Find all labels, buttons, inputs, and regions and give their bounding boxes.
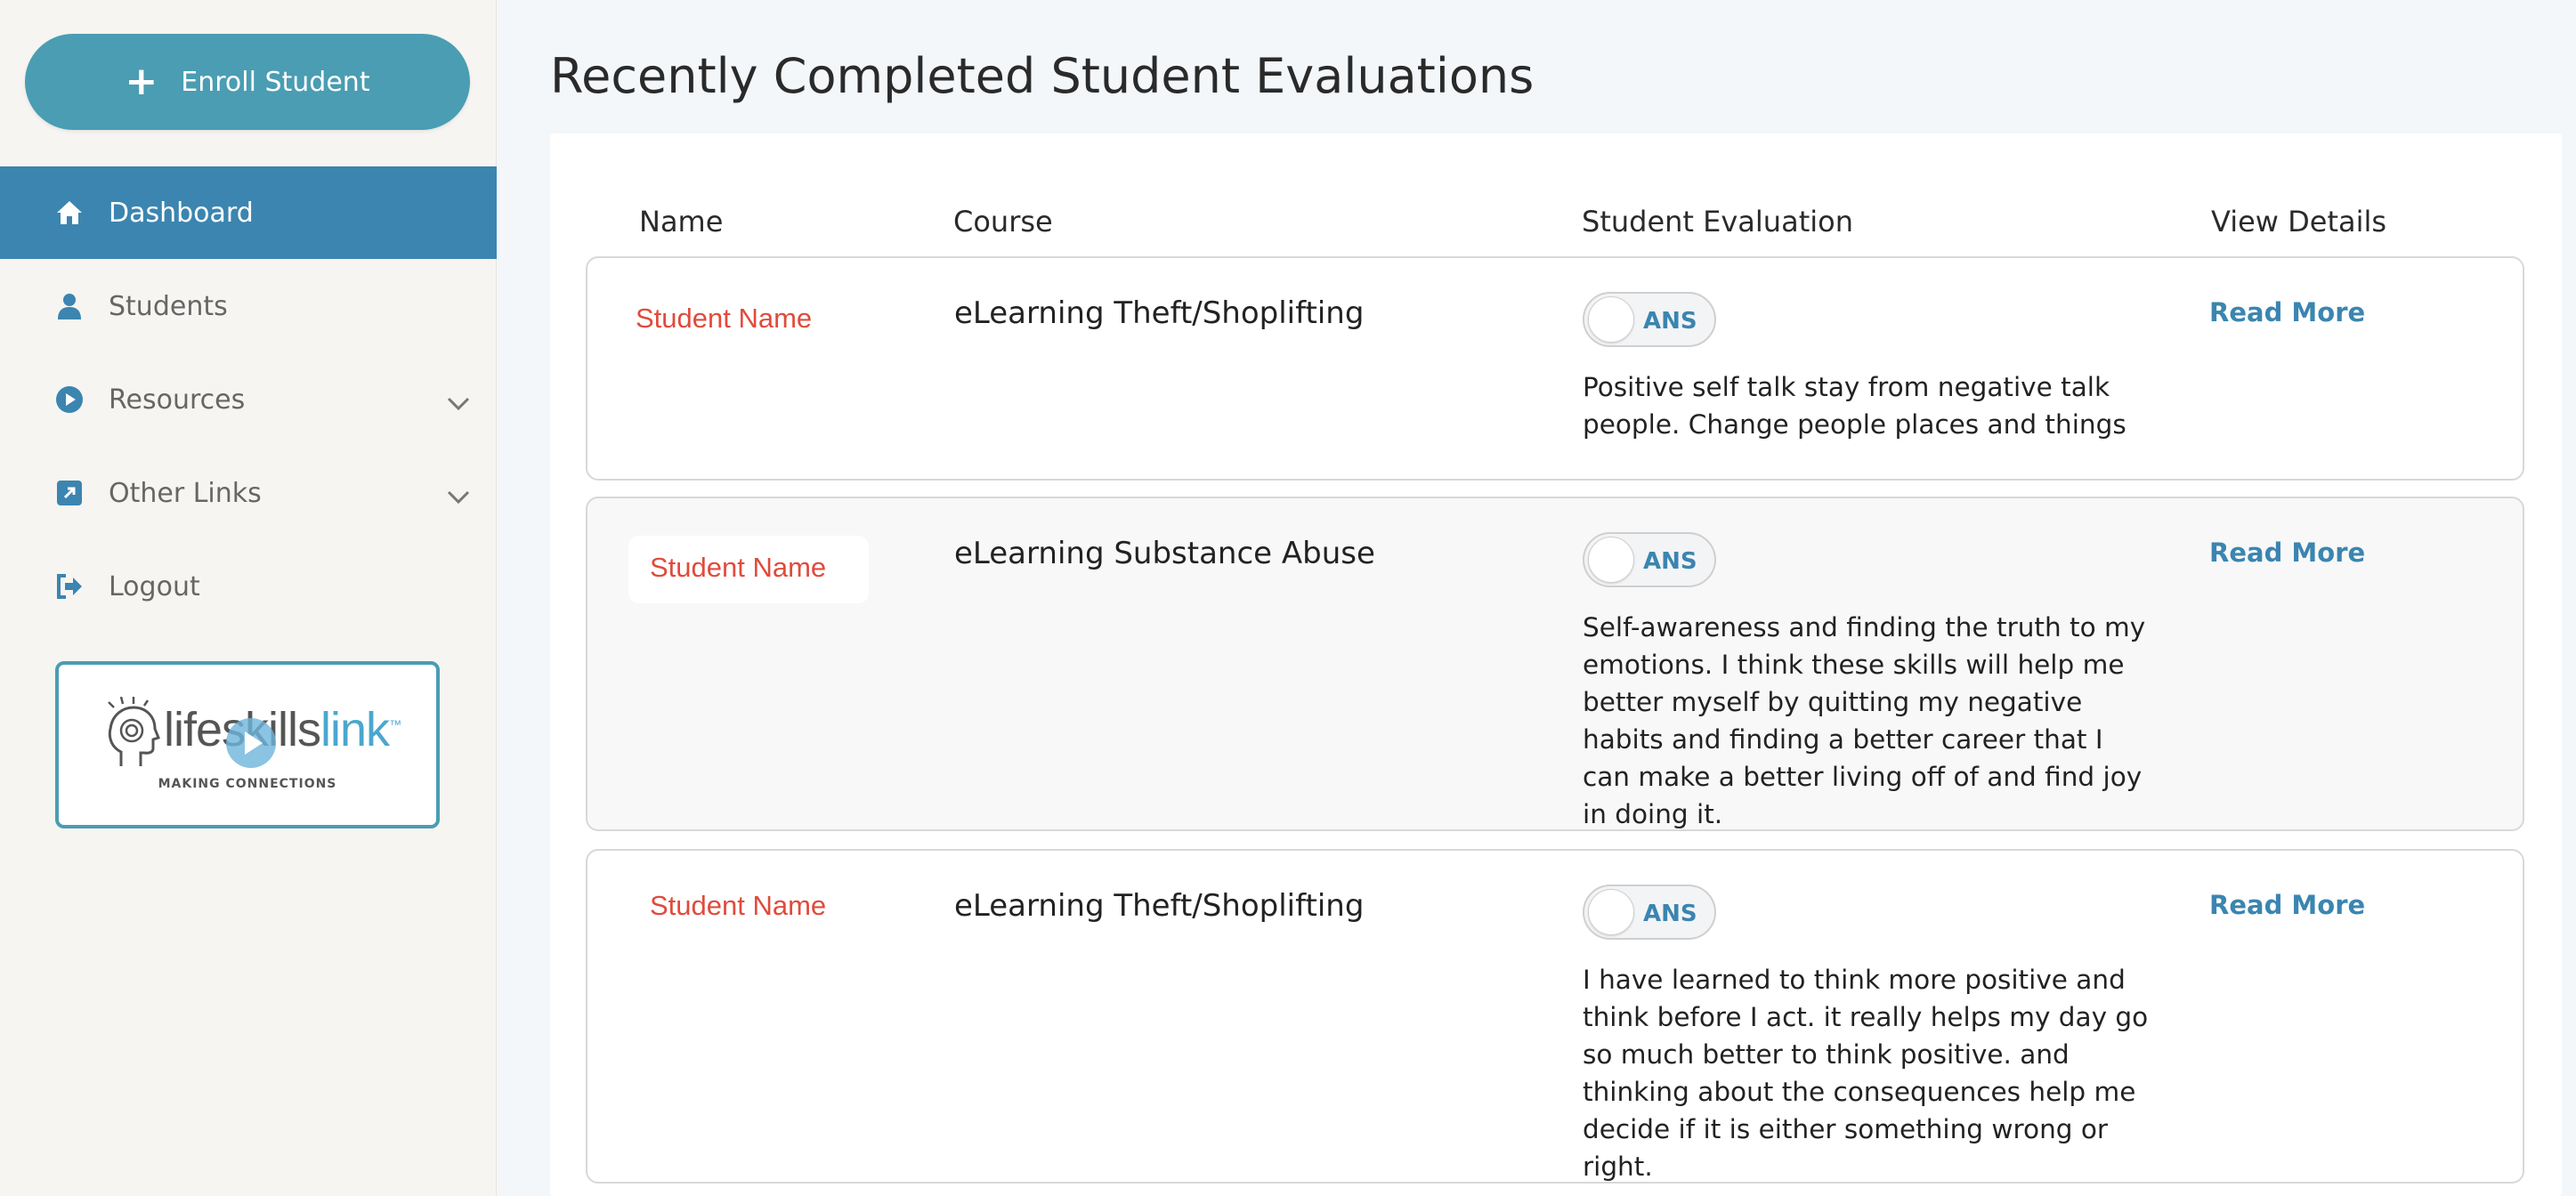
column-header-course: Course <box>953 205 1053 238</box>
sidebar-item-logout[interactable]: Logout <box>0 540 497 633</box>
sidebar: + Enroll Student Dashboard Students Reso… <box>0 0 497 1196</box>
sidebar-item-label: Logout <box>109 570 200 602</box>
logo-wordmark: lifeskillslink™ <box>164 703 401 756</box>
sidebar-item-resources[interactable]: Resources <box>0 353 497 446</box>
plus-icon: + <box>125 59 158 104</box>
course-name: eLearning Substance Abuse <box>954 536 1375 571</box>
sidebar-item-dashboard[interactable]: Dashboard <box>0 166 497 259</box>
table-row: Student Name eLearning Substance Abuse A… <box>586 497 2524 831</box>
student-name[interactable]: Student Name <box>650 890 826 922</box>
sidebar-item-students[interactable]: Students <box>0 260 497 352</box>
chevron-down-icon[interactable] <box>447 387 470 418</box>
play-video-icon[interactable] <box>226 718 276 768</box>
sidebar-item-label: Resources <box>109 384 246 416</box>
toggle-label: ANS <box>1643 901 1697 927</box>
head-icon <box>103 696 160 772</box>
toggle-knob <box>1588 889 1634 935</box>
lifeskillslink-video-logo[interactable]: lifeskillslink™ MAKING CONNECTIONS <box>55 661 440 828</box>
student-name[interactable]: Student Name <box>628 536 869 603</box>
chevron-down-icon[interactable] <box>447 481 470 512</box>
play-circle-icon <box>55 385 84 414</box>
external-link-icon <box>55 479 84 507</box>
sidebar-item-other-links[interactable]: Other Links <box>0 447 497 539</box>
column-header-student-evaluation: Student Evaluation <box>1582 205 1853 238</box>
enroll-student-button[interactable]: + Enroll Student <box>25 34 470 130</box>
table-row: Student Name eLearning Theft/Shoplifting… <box>586 256 2524 481</box>
column-header-name: Name <box>639 205 724 238</box>
course-name: eLearning Theft/Shoplifting <box>954 295 1365 331</box>
evaluation-text: I have learned to think more positive an… <box>1583 965 2149 1182</box>
evaluation-text: Positive self talk stay from negative ta… <box>1583 372 2126 440</box>
read-more-link[interactable]: Read More <box>2209 890 2365 920</box>
read-more-link[interactable]: Read More <box>2209 537 2365 568</box>
toggle-knob <box>1588 537 1634 583</box>
home-icon <box>55 198 84 227</box>
ans-toggle[interactable]: ANS <box>1583 532 1716 587</box>
table-row: Student Name eLearning Theft/Shoplifting… <box>586 849 2524 1184</box>
user-icon <box>55 292 84 320</box>
column-header-view-details: View Details <box>2211 205 2387 238</box>
enroll-student-label: Enroll Student <box>181 66 370 98</box>
logout-icon <box>55 572 84 601</box>
toggle-label: ANS <box>1643 548 1697 575</box>
sidebar-item-label: Dashboard <box>109 197 254 229</box>
toggle-label: ANS <box>1643 308 1697 335</box>
course-name: eLearning Theft/Shoplifting <box>954 888 1365 924</box>
ans-toggle[interactable]: ANS <box>1583 292 1716 347</box>
page-title: Recently Completed Student Evaluations <box>550 48 1535 104</box>
toggle-knob <box>1588 296 1634 343</box>
sidebar-item-label: Students <box>109 290 228 322</box>
sidebar-nav: Dashboard Students Resources Other Links <box>0 166 497 634</box>
ans-toggle[interactable]: ANS <box>1583 885 1716 940</box>
student-name[interactable]: Student Name <box>636 303 812 335</box>
read-more-link[interactable]: Read More <box>2209 297 2365 327</box>
evaluation-text: Self-awareness and finding the truth to … <box>1583 612 2146 829</box>
sidebar-item-label: Other Links <box>109 477 262 509</box>
logo-tagline: MAKING CONNECTIONS <box>158 777 337 791</box>
